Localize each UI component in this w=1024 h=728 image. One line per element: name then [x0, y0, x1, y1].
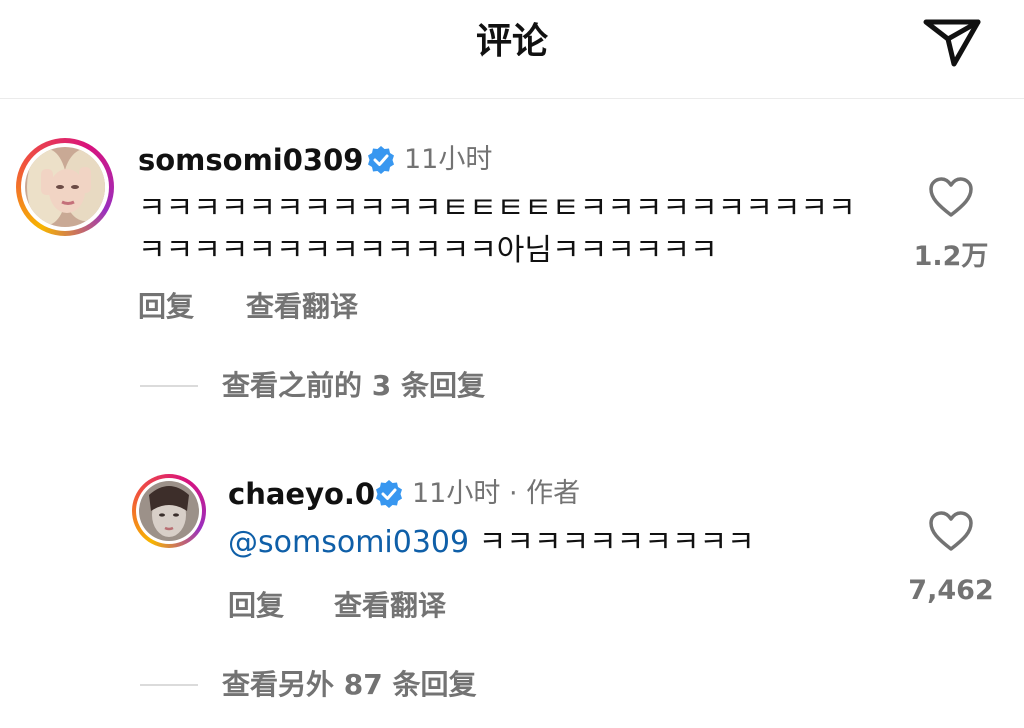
header-bar: 评论: [0, 0, 1024, 99]
thread-line: [140, 684, 198, 686]
send-icon[interactable]: [920, 12, 984, 72]
comment-time: 11小时 · 作者: [412, 478, 581, 509]
avatar[interactable]: [16, 138, 114, 236]
comment-username[interactable]: chaeyo.0: [228, 476, 375, 512]
avatar-photo: [139, 481, 199, 541]
like-count: 1.2万: [913, 241, 989, 272]
translate-button[interactable]: 查看翻译: [246, 289, 358, 325]
verified-badge-icon: [376, 480, 402, 508]
translate-button[interactable]: 查看翻译: [334, 588, 446, 624]
comment-username[interactable]: somsomi0309: [138, 142, 363, 178]
avatar-photo: [25, 147, 105, 227]
like-count: 7,462: [908, 575, 994, 606]
heart-icon[interactable]: [928, 176, 974, 218]
view-more-replies-button[interactable]: 查看另外 87 条回复: [222, 667, 476, 703]
thread-line: [140, 385, 198, 387]
view-previous-replies-button[interactable]: 查看之前的 3 条回复: [222, 368, 485, 404]
reply-button[interactable]: 回复: [228, 588, 284, 624]
mention-link[interactable]: @somsomi0309: [228, 525, 469, 560]
page-title: 评论: [475, 21, 548, 62]
comment-text-line: ㅋㅋㅋㅋㅋㅋㅋㅋㅋㅋㅋㅋㅋ아님ㅋㅋㅋㅋㅋㅋ: [138, 233, 718, 268]
avatar[interactable]: [132, 474, 206, 548]
heart-icon[interactable]: [928, 510, 974, 552]
comment-time: 11小时: [404, 144, 493, 175]
comment-text-line: @somsomi0309 ㅋㅋㅋㅋㅋㅋㅋㅋㅋㅋ: [228, 522, 755, 564]
comment-text: ㅋㅋㅋㅋㅋㅋㅋㅋㅋㅋ: [469, 525, 755, 560]
comment-text-line: ㅋㅋㅋㅋㅋㅋㅋㅋㅋㅋㅋㅌㅌㅌㅌㅌㅋㅋㅋㅋㅋㅋㅋㅋㅋㅋ: [138, 191, 856, 226]
reply-button[interactable]: 回复: [138, 289, 194, 325]
verified-badge-icon: [368, 146, 394, 174]
